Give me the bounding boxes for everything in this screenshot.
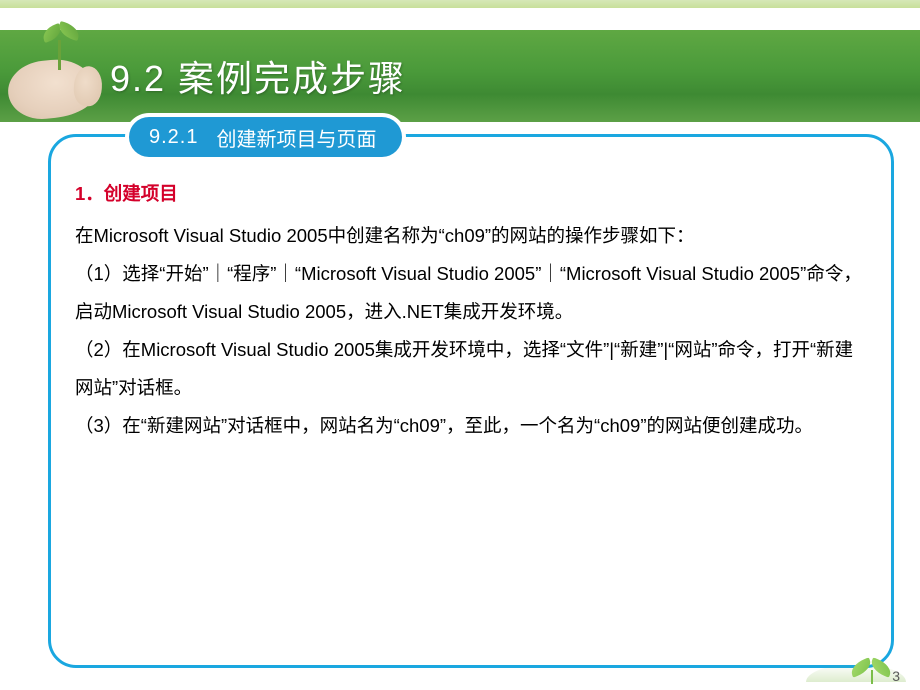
page-title: 9.2 案例完成步骤 (110, 50, 406, 102)
content-body: 1．创建项目 在Microsoft Visual Studio 2005中创建名… (51, 137, 891, 454)
header-band: 9.2 案例完成步骤 (0, 30, 920, 122)
sprout-icon (40, 24, 80, 70)
subsection-number: 9.2.1 (149, 126, 198, 149)
section-title: 1．创建项目 (75, 175, 863, 213)
step-2: （2）在Microsoft Visual Studio 2005集成开发环境中，… (75, 331, 863, 407)
content-frame: 9.2.1 创建新项目与页面 1．创建项目 在Microsoft Visual … (48, 134, 894, 668)
header-logo (8, 18, 100, 126)
page-number: 3 (892, 668, 900, 684)
intro-text: 在Microsoft Visual Studio 2005中创建名称为“ch09… (75, 217, 863, 255)
subsection-pill: 9.2.1 创建新项目与页面 (129, 117, 402, 157)
top-accent-bar (0, 0, 920, 8)
subsection-title: 创建新项目与页面 (216, 123, 376, 152)
step-3: （3）在“新建网站”对话框中，网站名为“ch09”，至此，一个名为“ch09”的… (75, 407, 863, 445)
step-1: （1）选择“开始”｜“程序”｜“Microsoft Visual Studio … (75, 255, 863, 331)
